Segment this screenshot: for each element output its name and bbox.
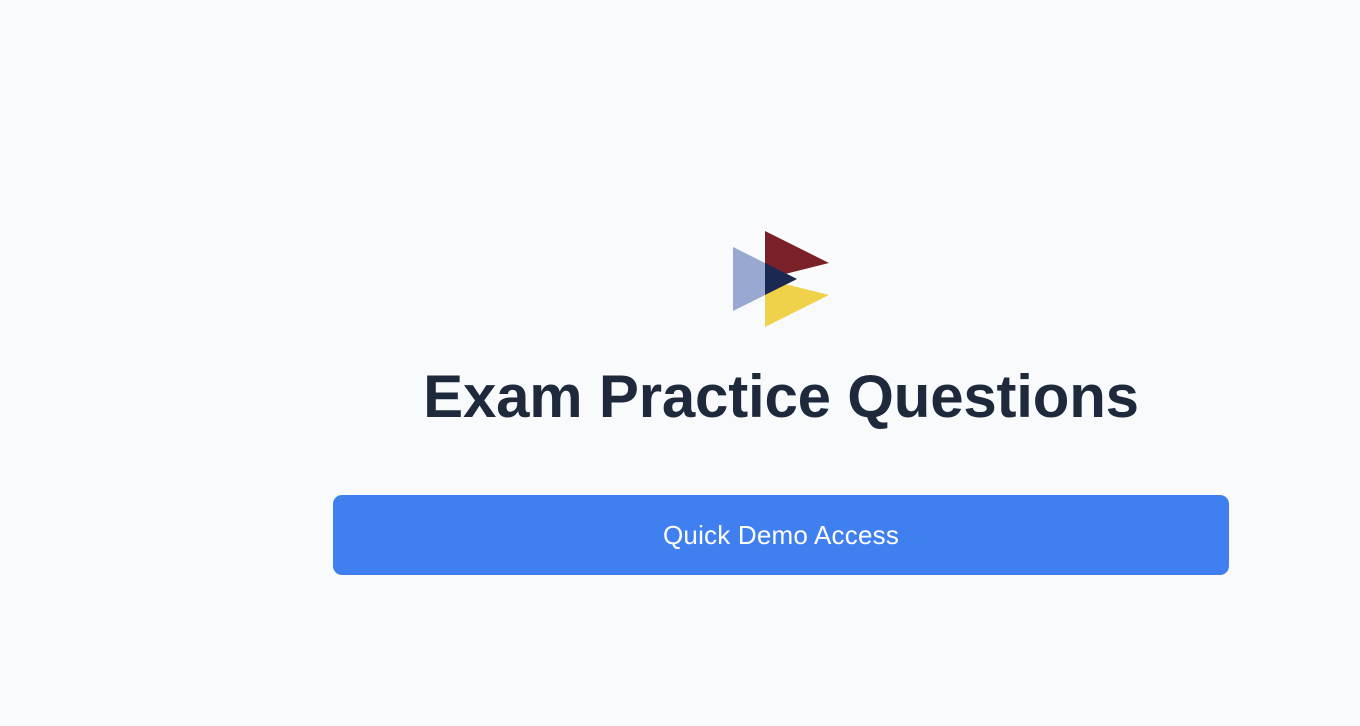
app-logo-icon bbox=[733, 231, 829, 327]
quick-demo-access-button[interactable]: Quick Demo Access bbox=[333, 495, 1229, 575]
page-title: Exam Practice Questions bbox=[423, 363, 1139, 430]
login-page: Exam Practice Questions Quick Demo Acces… bbox=[0, 0, 1360, 726]
play-triangles-logo-icon bbox=[733, 231, 829, 327]
